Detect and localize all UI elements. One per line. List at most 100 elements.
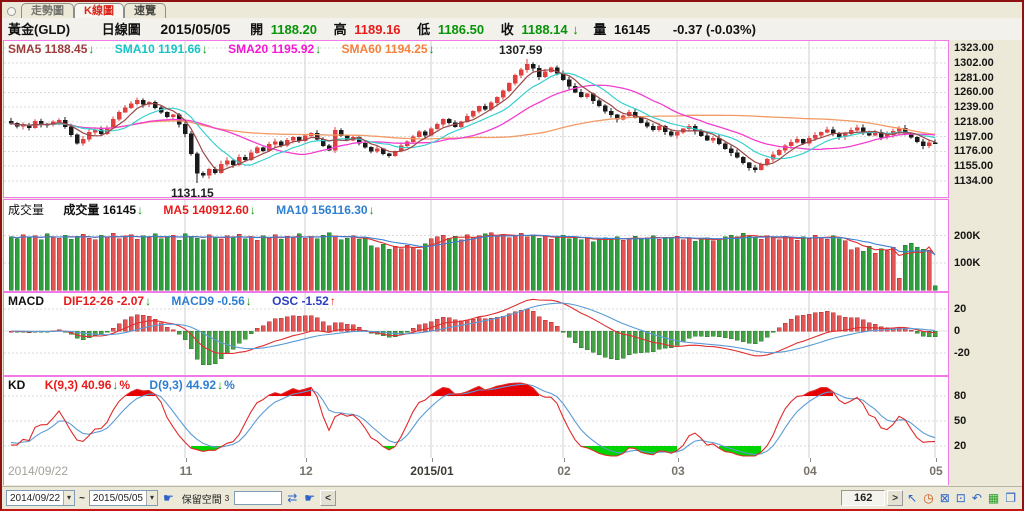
volume-value: 16145 bbox=[614, 22, 651, 37]
period-label[interactable]: 日線圖 bbox=[102, 19, 141, 41]
axis-start-date: 2014/09/22 bbox=[8, 464, 69, 478]
reserve-space-superscript: 3 bbox=[224, 493, 230, 503]
cursor-icon[interactable]: ↖ bbox=[907, 491, 917, 505]
kd-title: KD bbox=[8, 378, 26, 392]
status-bar-right: 162 > ↖ ◷ ⊠ ⊡ ↶ ▦ ❐ bbox=[841, 490, 1018, 506]
range-separator: ~ bbox=[79, 492, 85, 504]
tab-trend[interactable]: 走勢圖 bbox=[21, 3, 74, 18]
zoom-in-icon[interactable]: ⊡ bbox=[956, 491, 966, 505]
osc-up-arrow-icon: ↑ bbox=[329, 294, 336, 308]
tab-trend-label: 走勢圖 bbox=[31, 5, 64, 17]
high-value: 1189.16 bbox=[354, 22, 401, 37]
sma60-value: SMA60 1194.25 bbox=[341, 42, 428, 56]
main-chart-panel: SMA5 1188.45↓ SMA10 1191.66↓ SMA20 1195.… bbox=[3, 40, 949, 198]
sma60-down-arrow-icon: ↓ bbox=[428, 42, 435, 56]
macd-title: MACD bbox=[8, 294, 44, 308]
volume-ma10-down-arrow-icon: ↓ bbox=[368, 203, 375, 217]
d-percent: % bbox=[224, 378, 235, 392]
time-axis: 2014/09/22 11 12 2015/01 02 03 04 05 bbox=[3, 458, 949, 485]
macd9-value: MACD9 -0.56 bbox=[171, 294, 245, 308]
main-panel-header: SMA5 1188.45↓ SMA10 1191.66↓ SMA20 1195.… bbox=[8, 42, 436, 56]
hand-icon-2[interactable]: ☛ bbox=[304, 491, 315, 505]
close-value: 1188.14 bbox=[521, 22, 568, 37]
high-label: 高 bbox=[333, 22, 347, 37]
sma20-down-arrow-icon: ↓ bbox=[315, 42, 322, 56]
dropdown-arrow-icon[interactable]: ▾ bbox=[63, 491, 75, 505]
price-axis: 1323.00 1302.00 1281.00 1260.00 1239.00 1218.… bbox=[954, 42, 994, 452]
bar-count: 162 bbox=[841, 490, 886, 506]
volume-current: 成交量 16145 bbox=[63, 203, 137, 217]
axis-month-label: 12 bbox=[299, 464, 313, 478]
volume-panel-title: 成交量 bbox=[8, 203, 45, 217]
macd-panel-header: MACD DIF12-26 -2.07↓ MACD9 -0.56↓ OSC -1… bbox=[8, 294, 337, 308]
tab-bar: 走勢圖 K線圖 速覽 bbox=[2, 2, 1022, 18]
macd9-down-arrow-icon: ↓ bbox=[245, 294, 252, 308]
clock-icon[interactable]: ◷ bbox=[923, 491, 933, 505]
d-value: D(9,3) 44.92 bbox=[149, 378, 217, 392]
tab-overview[interactable]: 速覽 bbox=[123, 3, 166, 18]
open-label: 開 bbox=[250, 22, 264, 37]
next-button[interactable]: > bbox=[887, 490, 904, 506]
axis-month-label: 05 bbox=[929, 464, 943, 478]
axis-month-label: 04 bbox=[803, 464, 817, 478]
low-value: 1186.50 bbox=[437, 22, 485, 37]
volume-label: 量 bbox=[593, 22, 607, 37]
date-from-value: 2014/09/22 bbox=[10, 492, 61, 504]
kd-panel-header: KD K(9,3) 40.96↓% D(9,3) 44.92↓% bbox=[8, 378, 235, 392]
volume-panel-header: 成交量 成交量 16145↓ MA5 140912.60↓ MA10 15611… bbox=[8, 201, 376, 218]
date-from-combobox[interactable]: 2014/09/22 ▾ bbox=[6, 490, 76, 506]
date-to-combobox[interactable]: 2015/05/05 ▾ bbox=[88, 490, 158, 506]
sma5-value: SMA5 1188.45 bbox=[8, 42, 88, 56]
change-value: -0.37 (-0.03%) bbox=[672, 22, 756, 37]
zoom-out-icon[interactable]: ⊠ bbox=[940, 491, 950, 505]
axis-month-label: 11 bbox=[179, 464, 193, 478]
volume-ma5: MA5 140912.60 bbox=[163, 203, 249, 217]
close-label: 收 bbox=[500, 22, 514, 37]
dif-value: DIF12-26 -2.07 bbox=[63, 294, 145, 308]
k-value: K(9,3) 40.96 bbox=[44, 378, 112, 392]
hand-icon[interactable]: ☛ bbox=[163, 491, 174, 505]
window-menu-icon[interactable] bbox=[7, 7, 16, 16]
volume-down-arrow-icon: ↓ bbox=[137, 203, 144, 217]
volume-ma5-down-arrow-icon: ↓ bbox=[249, 203, 256, 217]
close-down-arrow-icon: ↓ bbox=[572, 22, 579, 37]
axis-month-label: 03 bbox=[671, 464, 685, 478]
undo-icon[interactable]: ↶ bbox=[972, 491, 982, 505]
date-to-value: 2015/05/05 bbox=[92, 492, 143, 504]
quote-date: 2015/05/05 bbox=[160, 21, 231, 37]
sma10-down-arrow-icon: ↓ bbox=[201, 42, 208, 56]
high-annotation: 1307.59 bbox=[499, 42, 543, 57]
macd-panel: MACD DIF12-26 -2.07↓ MACD9 -0.56↓ OSC -1… bbox=[3, 292, 949, 376]
reserve-space-input[interactable] bbox=[234, 491, 283, 505]
quote-header: 黃金(GLD) 日線圖 2015/05/05 開 1188.20 高 1189.… bbox=[2, 18, 1022, 40]
tab-overview-label: 速覽 bbox=[133, 5, 156, 17]
d-down-arrow-icon: ↓ bbox=[217, 378, 224, 392]
axis-month-label: 02 bbox=[557, 464, 571, 478]
dif-down-arrow-icon: ↓ bbox=[145, 294, 152, 308]
volume-panel: 成交量 成交量 16145↓ MA5 140912.60↓ MA10 15611… bbox=[3, 199, 949, 292]
osc-value: OSC -1.52 bbox=[272, 294, 329, 308]
symbol-name: 黃金(GLD) bbox=[8, 22, 71, 37]
candlestick-chart[interactable] bbox=[4, 41, 948, 197]
low-label: 低 bbox=[417, 22, 431, 37]
axis-month-label: 2015/01 bbox=[410, 464, 454, 478]
k-down-arrow-icon: ↓ bbox=[112, 378, 119, 392]
sma10-value: SMA10 1191.66 bbox=[114, 42, 201, 56]
copy-icon[interactable]: ❐ bbox=[1005, 491, 1016, 505]
sma20-value: SMA20 1195.92 bbox=[228, 42, 315, 56]
back-button[interactable]: < bbox=[320, 490, 337, 506]
low-annotation: 1131.15 bbox=[171, 186, 214, 200]
kd-panel: KD K(9,3) 40.96↓% D(9,3) 44.92↓% bbox=[3, 376, 949, 460]
dropdown-arrow-icon[interactable]: ▾ bbox=[145, 491, 157, 505]
sma5-down-arrow-icon: ↓ bbox=[88, 42, 95, 56]
open-value: 1188.20 bbox=[270, 22, 317, 37]
app-window: 走勢圖 K線圖 速覽 黃金(GLD) 日線圖 2015/05/05 開 1188… bbox=[0, 0, 1024, 511]
status-bar: 2014/09/22 ▾ ~ 2015/05/05 ▾ ☛ 保留空間 3 ⇄ ☛… bbox=[2, 486, 1022, 509]
chart-icon[interactable]: ▦ bbox=[988, 491, 999, 505]
volume-ma10: MA10 156116.30 bbox=[276, 203, 368, 217]
k-percent: % bbox=[119, 378, 131, 392]
tab-kline-label: K線圖 bbox=[84, 5, 114, 17]
reserve-space-label: 保留空間 bbox=[181, 494, 222, 506]
swap-icon[interactable]: ⇄ bbox=[287, 491, 297, 505]
tab-kline[interactable]: K線圖 bbox=[74, 3, 124, 18]
